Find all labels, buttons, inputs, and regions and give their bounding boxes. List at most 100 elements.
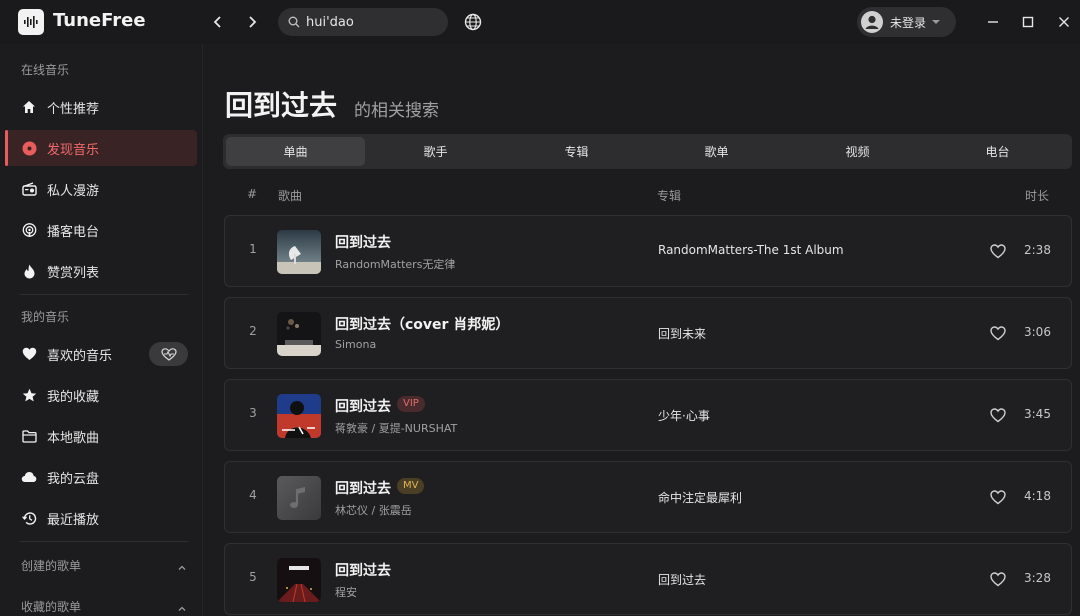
song-number: 2 (249, 324, 257, 338)
sidebar-item-podcast[interactable]: 播客电台 (5, 212, 197, 248)
song-album[interactable]: 回到过去 (658, 571, 706, 588)
column-header-album: 专辑 (657, 189, 682, 203)
song-duration: 3:45 (1024, 407, 1051, 421)
song-row[interactable]: 3 回到过去 VIP 蒋敦豪 / 夏提-NURSHAT 少年·心事 3:45 (224, 379, 1072, 451)
chevron-right-icon (249, 16, 257, 28)
sidebar-item-label: 最近播放 (47, 512, 100, 528)
like-heart-icon[interactable] (990, 244, 1006, 260)
sidebar-item-recommend[interactable]: 个性推荐 (5, 89, 197, 125)
tab-albums[interactable]: 专辑 (507, 137, 646, 166)
star-icon (21, 387, 37, 403)
page-subtitle: 的相关搜索 (354, 101, 439, 121)
caret-down-icon (932, 20, 941, 24)
avatar-icon (861, 11, 883, 33)
song-album[interactable]: RandomMatters-The 1st Album (658, 243, 844, 257)
album-cover[interactable] (277, 558, 321, 602)
song-row[interactable]: 2 回到过去（cover 肖邦妮） Simona 回到未来 3:06 (224, 297, 1072, 369)
like-heart-icon[interactable] (990, 326, 1006, 342)
sidebar-item-label: 喜欢的音乐 (47, 348, 113, 364)
song-duration: 3:28 (1024, 571, 1051, 585)
song-artist[interactable]: 林芯仪 / 张震岳 (335, 502, 412, 518)
sidebar-item-collection[interactable]: 我的收藏 (5, 377, 197, 413)
maximize-button[interactable] (1018, 12, 1038, 32)
song-title: 回到过去 (335, 481, 391, 497)
song-title: 回到过去 (335, 399, 391, 415)
song-album[interactable]: 命中注定最犀利 (658, 489, 742, 506)
song-number: 4 (249, 488, 257, 502)
close-button[interactable] (1054, 12, 1074, 32)
song-artist[interactable]: RandomMatters无定律 (335, 256, 455, 272)
song-row[interactable]: 5 回到过去 程安 回到过去 3:28 (224, 543, 1072, 615)
section-label-created[interactable]: 创建的歌单 (21, 557, 81, 574)
chevron-left-icon (213, 16, 221, 28)
main-content: 回到过去 的相关搜索 单曲 歌手 专辑 歌单 视频 电台 # 歌曲 专辑 时长 … (204, 44, 1080, 616)
chevron-up-icon[interactable] (176, 559, 188, 571)
title-bar: TuneFree 未登录 (0, 0, 1080, 44)
tab-videos[interactable]: 视频 (788, 137, 927, 166)
like-heart-icon[interactable] (990, 572, 1006, 588)
album-cover[interactable] (277, 476, 321, 520)
mv-badge[interactable]: MV (397, 478, 425, 494)
album-cover[interactable] (277, 312, 321, 356)
song-title: 回到过去 (335, 563, 391, 579)
sidebar-item-label: 播客电台 (47, 224, 100, 240)
sidebar-item-discover[interactable]: 发现音乐 (5, 130, 197, 166)
column-header-duration: 时长 (1025, 189, 1050, 203)
sidebar-item-appreciation[interactable]: 赞赏列表 (5, 253, 197, 289)
tab-artists[interactable]: 歌手 (366, 137, 505, 166)
user-label: 未登录 (890, 15, 927, 30)
sidebar-item-recent[interactable]: 最近播放 (5, 500, 197, 536)
sidebar-item-label: 本地歌曲 (47, 430, 100, 446)
folder-icon (21, 428, 37, 444)
song-row[interactable]: 4 回到过去 MV 林芯仪 / 张震岳 命中注定最犀利 4:18 (224, 461, 1072, 533)
song-album[interactable]: 回到未来 (658, 325, 706, 342)
heartbeat-icon (160, 347, 177, 361)
vip-badge: VIP (397, 396, 425, 412)
home-icon (21, 99, 37, 115)
language-button[interactable] (463, 12, 483, 32)
podcast-icon (21, 222, 37, 238)
like-heart-icon[interactable] (990, 490, 1006, 506)
song-number: 1 (249, 242, 257, 256)
album-cover[interactable] (277, 394, 321, 438)
album-cover[interactable] (277, 230, 321, 274)
tab-playlists[interactable]: 歌单 (647, 137, 786, 166)
like-heart-icon[interactable] (990, 408, 1006, 424)
song-title: 回到过去（cover 肖邦妮） (335, 317, 510, 333)
tab-radio[interactable]: 电台 (928, 137, 1067, 166)
song-artist[interactable]: 程安 (335, 584, 357, 600)
sidebar-item-label: 我的收藏 (47, 389, 100, 405)
radio-icon (21, 181, 37, 197)
search-box[interactable] (278, 8, 448, 36)
section-label-collected[interactable]: 收藏的歌单 (21, 598, 81, 615)
minimize-button[interactable] (983, 12, 1003, 32)
sidebar-item-local[interactable]: 本地歌曲 (5, 418, 197, 454)
sidebar-item-label: 私人漫游 (47, 183, 100, 199)
flame-icon (21, 263, 37, 279)
search-input[interactable] (306, 14, 436, 30)
sidebar-item-roaming[interactable]: 私人漫游 (5, 171, 197, 207)
song-artist[interactable]: 蒋敦豪 / 夏提-NURSHAT (335, 420, 457, 436)
column-header-song: 歌曲 (278, 189, 303, 203)
tab-songs[interactable]: 单曲 (226, 137, 365, 166)
user-login-button[interactable]: 未登录 (857, 7, 956, 37)
song-number: 3 (249, 406, 257, 420)
song-album[interactable]: 少年·心事 (658, 407, 710, 424)
maximize-icon (1022, 16, 1034, 28)
back-button[interactable] (208, 12, 228, 32)
song-number: 5 (249, 570, 257, 584)
heart-icon (21, 346, 37, 362)
heartbeat-mode-button[interactable] (149, 342, 188, 366)
search-icon (288, 16, 300, 28)
sidebar-item-label: 个性推荐 (47, 101, 100, 117)
chevron-up-icon[interactable] (176, 600, 188, 612)
section-label-mine: 我的音乐 (21, 310, 70, 324)
section-label-online: 在线音乐 (21, 63, 70, 77)
song-duration: 3:06 (1024, 325, 1051, 339)
globe-icon (464, 13, 482, 31)
sidebar-item-cloud[interactable]: 我的云盘 (5, 459, 197, 495)
app-title: TuneFree (53, 10, 146, 31)
forward-button[interactable] (242, 12, 262, 32)
song-row[interactable]: 1 回到过去 RandomMatters无定律 RandomMatters-Th… (224, 215, 1072, 287)
song-artist[interactable]: Simona (335, 338, 376, 351)
